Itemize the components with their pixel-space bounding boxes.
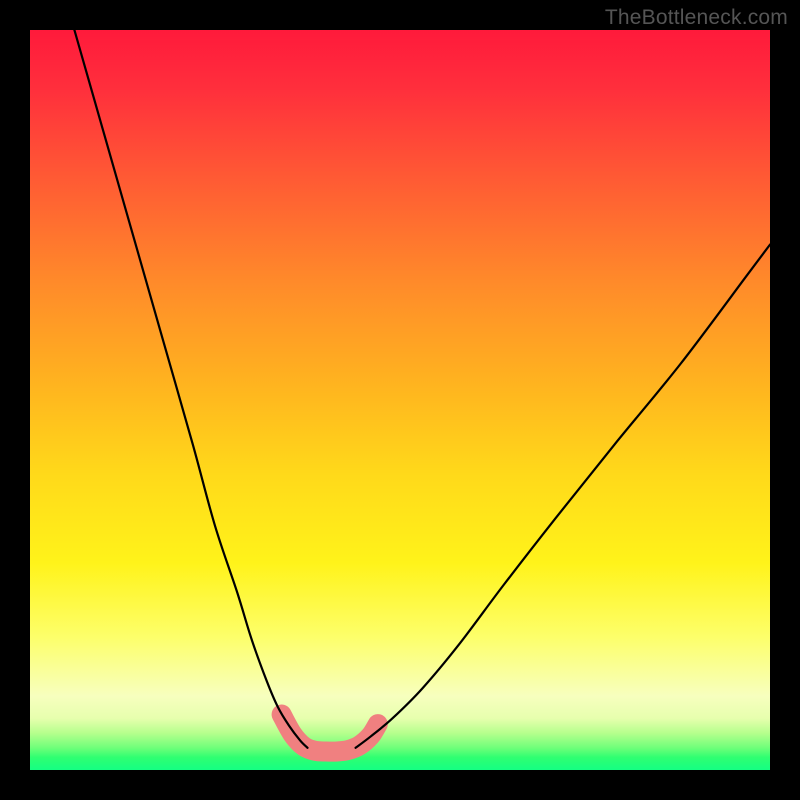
valley-highlight-trace xyxy=(282,715,378,752)
curve-layer xyxy=(30,30,770,770)
watermark-text: TheBottleneck.com xyxy=(605,6,788,30)
chart-area xyxy=(30,30,770,770)
stage: TheBottleneck.com xyxy=(0,0,800,800)
right-branch-curve xyxy=(356,245,770,748)
left-branch-curve xyxy=(74,30,307,748)
